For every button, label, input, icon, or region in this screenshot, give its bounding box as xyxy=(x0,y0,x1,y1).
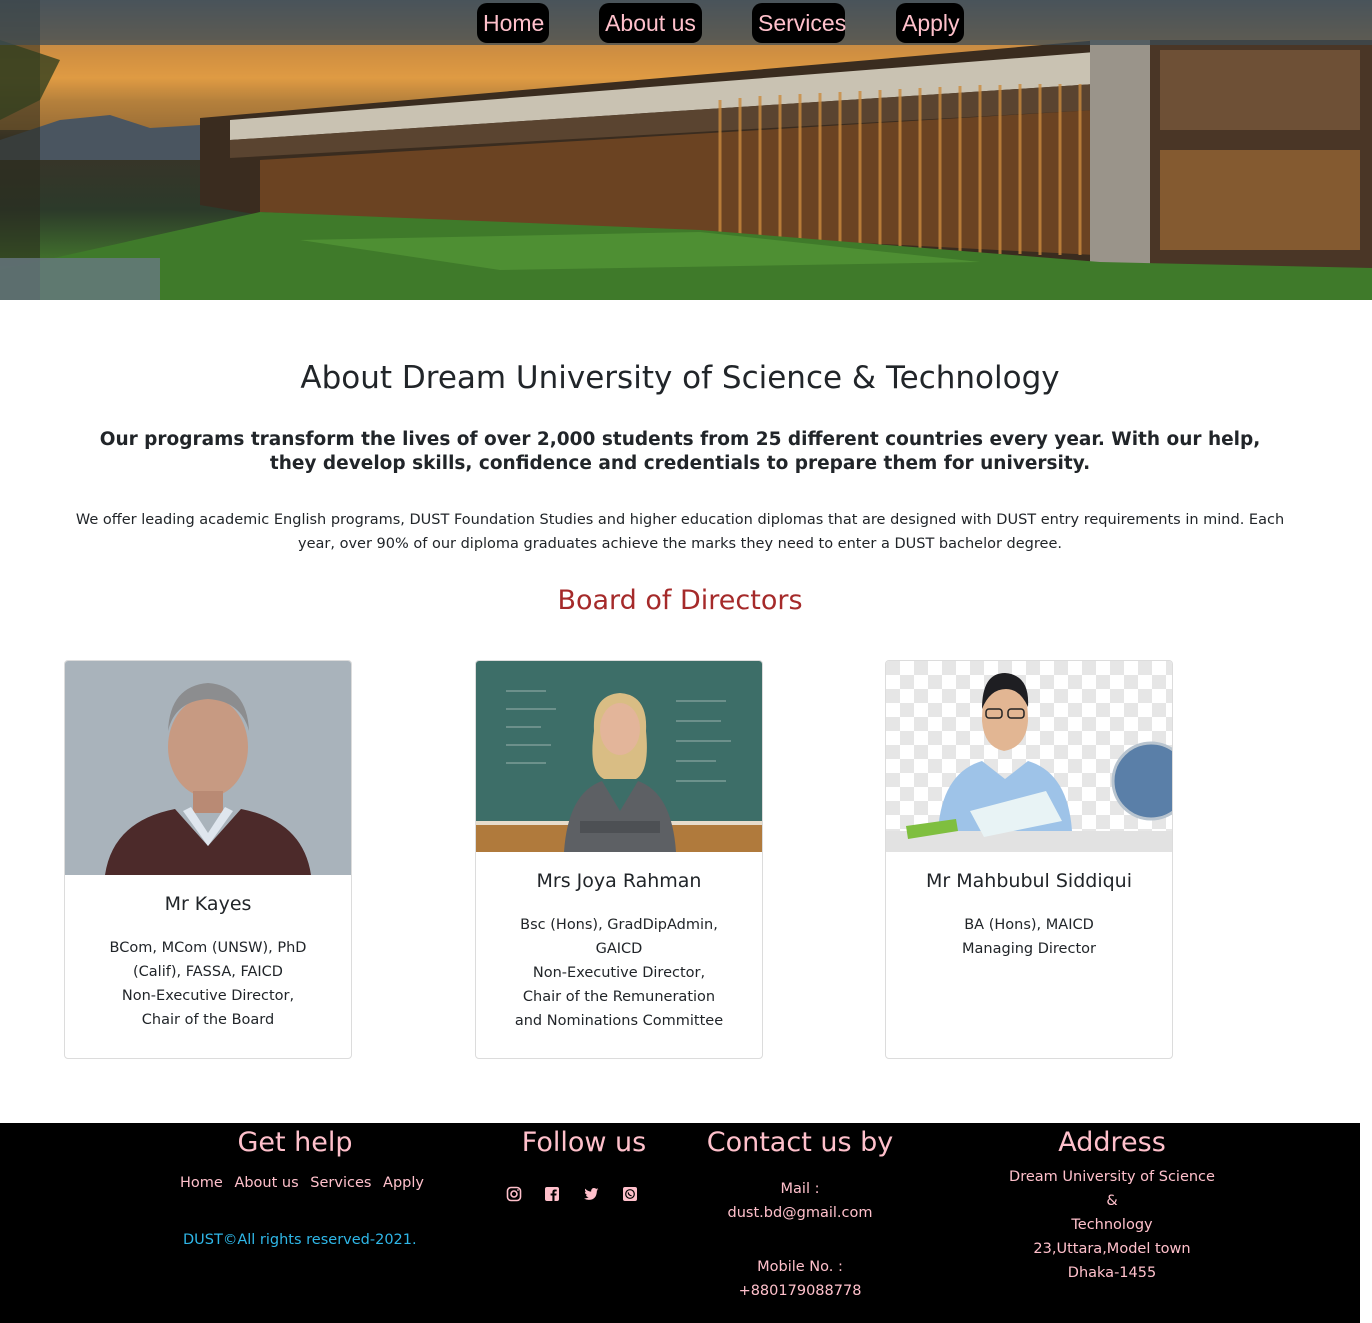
director-detail-line: Non-Executive Director, xyxy=(121,988,295,1004)
director-name: Mr Mahbubul Siddiqui xyxy=(926,870,1132,892)
about-lead-text: Our programs transform the lives of over… xyxy=(99,429,1261,474)
address-line: & xyxy=(1106,1193,1118,1209)
director-detail-line: Managing Director xyxy=(962,941,1096,957)
director-detail-line: BA (Hons), MAICD xyxy=(964,917,1094,933)
contact-mail: Mail : dust.bd@gmail.com xyxy=(700,1177,900,1225)
director-detail-line: (Calif), FASSA, FAICD xyxy=(133,964,283,980)
director-photo xyxy=(476,661,762,852)
contact-mobile: Mobile No. : +880179088778 xyxy=(700,1255,900,1303)
facebook-icon[interactable] xyxy=(544,1186,560,1202)
director-details: Bsc (Hons), GradDipAdmin, GAICD Non-Exec… xyxy=(496,913,742,1033)
mobile-number: +880179088778 xyxy=(738,1283,862,1299)
address-line: 23,Uttara,Model town xyxy=(1033,1241,1191,1257)
twitter-icon[interactable] xyxy=(583,1186,599,1202)
director-name: Mrs Joya Rahman xyxy=(536,870,702,892)
director-card: Mr Mahbubul Siddiqui BA (Hons), MAICD Ma… xyxy=(885,660,1173,1059)
footer-contact-heading: Contact us by xyxy=(706,1127,894,1158)
mail-address[interactable]: dust.bd@gmail.com xyxy=(700,1201,900,1225)
instagram-icon[interactable] xyxy=(506,1186,522,1202)
director-detail-line: GAICD xyxy=(595,941,643,957)
about-body-text: We offer leading academic English progra… xyxy=(75,512,1285,552)
director-detail-line: Chair of the Remuneration xyxy=(522,989,716,1005)
address-line: Dhaka-1455 xyxy=(1067,1265,1157,1281)
footer-link-apply[interactable]: Apply xyxy=(383,1175,424,1191)
address-line: Technology xyxy=(1071,1217,1153,1233)
footer-links: Home About us Services Apply xyxy=(180,1175,431,1191)
director-detail-line: and Nominations Committee xyxy=(514,1013,724,1029)
about-title: About Dream University of Science & Tech… xyxy=(300,360,1060,396)
nav-services-button[interactable]: Services xyxy=(752,3,846,43)
director-details: BCom, MCom (UNSW), PhD (Calif), FASSA, F… xyxy=(85,936,331,1032)
copyright-text: DUST©All rights reserved-2021. xyxy=(183,1232,417,1248)
address-text: Dream University of Science & Technology… xyxy=(1002,1165,1222,1285)
footer-link-home[interactable]: Home xyxy=(180,1175,223,1191)
director-detail-line: Chair of the Board xyxy=(141,1012,275,1028)
director-detail-line: BCom, MCom (UNSW), PhD xyxy=(109,940,307,956)
director-name: Mr Kayes xyxy=(164,893,252,915)
footer-get-help-heading: Get help xyxy=(237,1127,353,1158)
director-detail-line: Non-Executive Director, xyxy=(532,965,706,981)
director-details: BA (Hons), MAICD Managing Director xyxy=(906,913,1152,961)
director-photo xyxy=(886,661,1172,852)
director-photo xyxy=(65,661,351,875)
nav-apply-button[interactable]: Apply xyxy=(896,3,964,43)
whatsapp-icon[interactable] xyxy=(622,1186,638,1202)
director-card: Mr Kayes BCom, MCom (UNSW), PhD (Calif),… xyxy=(64,660,352,1059)
footer-link-about[interactable]: About us xyxy=(234,1175,298,1191)
footer: Get help Home About us Services Apply DU… xyxy=(0,1123,1360,1323)
footer-address-heading: Address xyxy=(1058,1127,1166,1158)
nav-home-button[interactable]: Home xyxy=(477,3,549,43)
footer-link-services[interactable]: Services xyxy=(310,1175,371,1191)
nav-about-button[interactable]: About us xyxy=(599,3,702,43)
director-detail-line: Bsc (Hons), GradDipAdmin, xyxy=(520,917,718,933)
footer-follow-heading: Follow us xyxy=(521,1127,647,1158)
mail-label: Mail : xyxy=(780,1181,820,1197)
campus-photo xyxy=(0,0,1372,300)
director-card: Mrs Joya Rahman Bsc (Hons), GradDipAdmin… xyxy=(475,660,763,1059)
hero-banner: Home About us Services Apply xyxy=(0,0,1372,300)
mobile-label: Mobile No. : xyxy=(757,1259,843,1275)
board-title: Board of Directors xyxy=(557,585,803,616)
address-line: Dream University of Science xyxy=(1009,1169,1215,1185)
